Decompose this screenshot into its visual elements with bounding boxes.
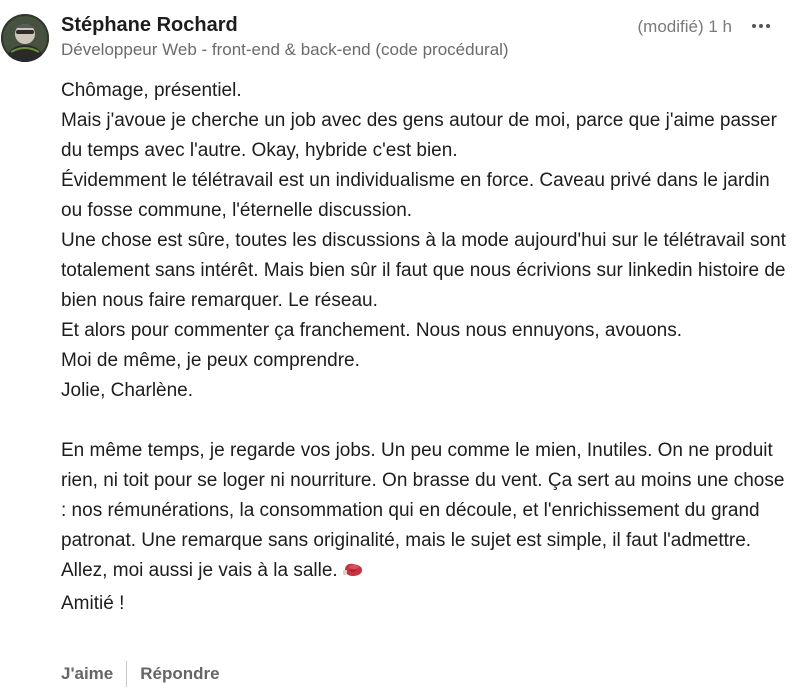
reply-button[interactable]: Répondre (140, 664, 219, 684)
profile-photo-icon (1, 14, 49, 62)
more-options-icon[interactable] (748, 13, 774, 39)
comment-body: Chômage, présentiel. Mais j'avoue je che… (61, 76, 786, 619)
actions-divider (126, 661, 128, 687)
comment-actions: J'aime Répondre (61, 661, 220, 687)
author-name[interactable]: Stéphane Rochard (61, 14, 238, 37)
comment-timestamp: (modifié) 1 h (637, 17, 732, 36)
comment-line: Mais j'avoue je cherche un job avec des … (61, 110, 777, 161)
comment-line: Évidemment le télétravail est un individ… (61, 170, 770, 221)
like-button[interactable]: J'aime (61, 664, 113, 684)
comment-line: Chômage, présentiel. (61, 80, 242, 101)
boxing-glove-emoji-icon (342, 559, 364, 589)
comment-card: Stéphane Rochard Développeur Web - front… (0, 0, 798, 694)
comment-paragraph-text: En même temps, je regarde vos jobs. Un p… (61, 440, 785, 581)
comment-line: Jolie, Charlène. (61, 380, 194, 401)
author-headline: Développeur Web - front-end & back-end (… (61, 40, 509, 59)
comment-line: Et alors pour commenter ça franchement. … (61, 320, 683, 341)
author-avatar[interactable] (1, 14, 49, 62)
comment-line: Moi de même, je peux comprendre. (61, 350, 360, 371)
comment-paragraph: En même temps, je regarde vos jobs. Un p… (61, 436, 786, 589)
comment-line: Une chose est sûre, toutes les discussio… (61, 230, 786, 311)
comment-closing: Amitié ! (61, 593, 125, 614)
